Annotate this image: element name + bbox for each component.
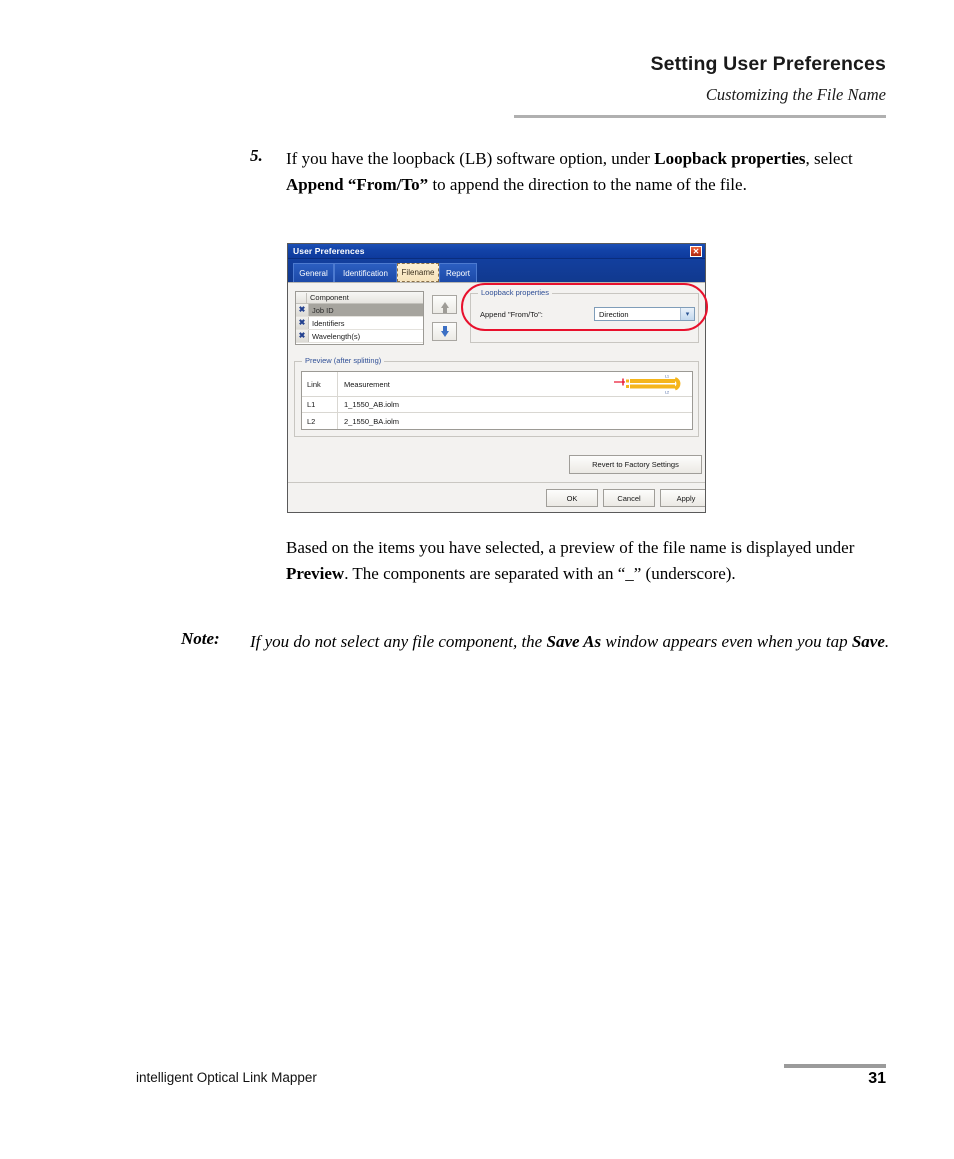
tab-filename[interactable]: Filename [397,263,439,282]
step-text-part-4: to append the direction to the name of t… [428,174,747,194]
cancel-button[interactable]: Cancel [603,489,655,507]
chevron-down-icon[interactable]: ▾ [680,308,694,320]
paragraph-bold-preview: Preview [286,563,345,583]
direction-dropdown-value: Direction [599,309,629,319]
preview-col-link: Link [302,372,338,396]
note-part-0: If you do not select any file component,… [250,632,547,651]
checkbox-x-icon[interactable]: ✖ [296,317,309,329]
component-list[interactable]: Component ✖ Job ID ✖ Identifiers ✖ Wavel… [295,291,424,345]
component-label: Identifiers [312,318,345,328]
svg-text:L2: L2 [665,390,669,394]
preview-row-measurement: 2_1550_BA.iolm [344,416,400,426]
page-header: Setting User Preferences Customizing the… [0,0,954,120]
preview-row-link: L1 [302,397,338,412]
ok-button[interactable]: OK [546,489,598,507]
footer-product-name: intelligent Optical Link Mapper [136,1070,317,1085]
note-text: If you do not select any file component,… [250,629,891,655]
move-up-button[interactable] [432,295,457,314]
close-icon[interactable]: ✕ [690,246,702,257]
step-text-bold-loopback-properties: Loopback properties [654,149,806,168]
preview-group: Preview (after splitting) Link Measureme… [294,356,699,437]
component-list-header: Component [296,292,423,304]
note-block: Note: If you do not select any file comp… [181,629,891,655]
dialog-title: User Preferences [293,246,365,256]
loopback-group-title: Loopback properties [478,288,552,297]
dialog-tabstrip: General Identification Filename Report [288,259,705,282]
step-text-bold-append-from-to: Append “From/To” [286,174,429,194]
checkbox-x-icon[interactable]: ✖ [296,330,309,342]
note-bold-save: Save [851,632,885,651]
component-label: Wavelength(s) [312,331,361,341]
preview-table-header-row: Link Measurement L1 L2 [302,372,692,397]
arrow-down-icon [440,326,449,337]
note-bold-save-as: Save As [546,632,602,651]
svg-text:L1: L1 [665,374,669,378]
preview-row-measurement: 1_1550_AB.iolm [344,400,400,409]
header-rule [514,115,886,118]
apply-button[interactable]: Apply [660,489,705,507]
note-label: Note: [181,629,220,648]
append-from-to-label: Append "From/To": [480,310,543,319]
component-row-wavelengths[interactable]: ✖ Wavelength(s) [296,330,423,343]
preview-table-row: L2 2_1550_BA.iolm [302,413,692,429]
note-part-2: window appears even when you tap [601,632,852,651]
step-text: If you have the loopback (LB) software o… [286,146,890,197]
step-text-part-2: , select [805,149,853,168]
dialog-content: Component ✖ Job ID ✖ Identifiers ✖ Wavel… [288,282,705,512]
footer-rule [784,1064,886,1068]
component-row-identifiers[interactable]: ✖ Identifiers [296,317,423,330]
revert-to-factory-settings-button[interactable]: Revert to Factory Settings [569,455,702,474]
preview-table: Link Measurement L1 L2 L1 1_1550_AB.iolm… [301,371,693,430]
step-5: 5. If you have the loopback (LB) softwar… [250,146,890,197]
component-row-job-id[interactable]: ✖ Job ID [296,304,423,317]
step-number: 5. [250,146,263,165]
checkbox-x-icon[interactable]: ✖ [296,304,309,316]
page-subtitle: Customizing the File Name [705,85,886,104]
page-number: 31 [868,1070,886,1087]
preview-table-row: L1 1_1550_AB.iolm [302,397,692,413]
arrow-up-icon [440,301,449,313]
loopback-diagram-icon: L1 L2 [614,374,681,394]
tab-general[interactable]: General [293,263,334,282]
dialog-titlebar: User Preferences ✕ [288,244,705,259]
direction-dropdown[interactable]: Direction ▾ [594,307,695,321]
paragraph-part-0: Based on the items you have selected, a … [286,538,855,557]
preview-group-title: Preview (after splitting) [302,356,385,365]
component-label: Job ID [312,305,334,315]
tab-identification[interactable]: Identification [334,263,397,282]
note-part-4: . [884,632,890,651]
preview-row-link: L2 [302,413,338,429]
tab-report[interactable]: Report [439,263,477,282]
paragraph-part-2: . The components are separated with an “… [344,563,736,583]
step-text-part-0: If you have the loopback (LB) software o… [286,149,655,168]
preview-explanation-paragraph: Based on the items you have selected, a … [286,535,886,586]
loopback-properties-group: Loopback properties Append "From/To": Di… [470,288,699,343]
user-preferences-dialog[interactable]: User Preferences ✕ General Identificatio… [287,243,706,513]
page-title: Setting User Preferences [650,53,886,75]
move-down-button[interactable] [432,322,457,341]
